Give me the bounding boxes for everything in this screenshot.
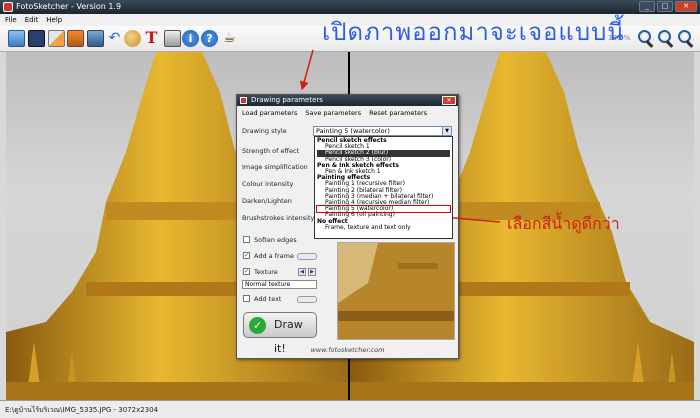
param-label: Colour intensity — [242, 180, 294, 188]
drawing-style-select[interactable]: Painting 5 (watercolor) ▼ — [313, 126, 452, 136]
coffee-icon[interactable]: ☕ — [221, 30, 238, 47]
menu-edit[interactable]: Edit — [25, 16, 39, 24]
title-bar: FotoSketcher - Version 1.9 _ □ ✕ — [0, 0, 700, 14]
dialog-title: Drawing parameters — [251, 96, 323, 104]
dialog-close-button[interactable]: ✕ — [442, 96, 456, 105]
drawing-style-value: Painting 5 (watercolor) — [316, 127, 390, 135]
app-icon — [3, 2, 13, 12]
text-settings-button[interactable] — [297, 296, 317, 303]
maximize-button[interactable]: □ — [657, 1, 673, 12]
checkmark-icon: ✓ — [249, 317, 266, 334]
texture-select[interactable]: Normal texture — [242, 280, 317, 289]
param-label: Darken/Lighten — [242, 197, 292, 205]
annotation-top: เปิดภาพออกมาจะเจอแบบนี้ — [322, 18, 625, 46]
print-icon[interactable] — [164, 30, 181, 47]
texture-checkbox[interactable]: ✓ — [243, 268, 250, 275]
drawing-style-dropdown: Pencil sketch effects Pencil sketch 1 Pe… — [314, 136, 453, 239]
param-label: Brushstrokes intensity — [242, 214, 315, 222]
status-text: E:\ดูบ้านไร้บริเวณ\IMG_5335.JPG - 3072x2… — [5, 406, 159, 414]
paste-icon[interactable] — [67, 30, 84, 47]
load-parameters-menu[interactable]: Load parameters — [242, 109, 297, 117]
chevron-down-icon[interactable]: ▼ — [442, 127, 451, 135]
save-parameters-menu[interactable]: Save parameters — [305, 109, 361, 117]
drawing-parameters-dialog: Drawing parameters ✕ Load parameters Sav… — [236, 94, 459, 359]
close-button[interactable]: ✕ — [675, 1, 697, 12]
website-link[interactable]: www.fotosketcher.com — [237, 346, 458, 354]
texture-next-button[interactable]: ▶ — [308, 268, 316, 276]
menu-help[interactable]: Help — [46, 16, 62, 24]
reset-parameters-menu[interactable]: Reset parameters — [369, 109, 427, 117]
param-label: Strength of effect — [242, 147, 300, 155]
save-icon[interactable] — [28, 30, 45, 47]
draw-it-button[interactable]: ✓ Draw it! — [243, 312, 317, 355]
help-icon[interactable]: ? — [201, 30, 218, 47]
status-bar: E:\ดูบ้านไร้บริเวณ\IMG_5335.JPG - 3072x2… — [0, 400, 700, 418]
drawing-style-label: Drawing style — [242, 127, 287, 135]
app-window: FotoSketcher - Version 1.9 _ □ ✕ File Ed… — [0, 0, 700, 418]
param-label: Image simplification — [242, 163, 308, 171]
window-title: FotoSketcher - Version 1.9 — [16, 2, 122, 11]
soften-edges-label: Soften edges — [254, 236, 297, 244]
dialog-icon — [240, 97, 247, 104]
info-icon[interactable]: i — [182, 30, 199, 47]
scanner-icon[interactable] — [87, 30, 104, 47]
frame-settings-button[interactable] — [297, 253, 317, 260]
add-frame-label: Add a frame — [254, 252, 294, 260]
menu-file[interactable]: File — [5, 16, 17, 24]
soften-edges-checkbox[interactable] — [243, 236, 250, 243]
text-icon[interactable]: T — [143, 30, 160, 47]
zoom-out-icon[interactable] — [657, 29, 675, 49]
palette-icon[interactable] — [124, 30, 141, 47]
copy-icon[interactable] — [48, 30, 65, 47]
texture-prev-button[interactable]: ◀ — [298, 268, 306, 276]
dropdown-item[interactable]: Frame, texture and text only — [317, 224, 450, 231]
open-folder-icon[interactable] — [8, 30, 25, 47]
dialog-menu: Load parameters Save parameters Reset pa… — [237, 107, 458, 118]
preview-image — [337, 242, 455, 340]
minimize-button[interactable]: _ — [639, 1, 655, 12]
zoom-fit-icon[interactable] — [677, 29, 695, 49]
annotation-right: เลือกสีน้ำดูดีกว่า — [507, 214, 620, 233]
add-text-checkbox[interactable] — [243, 295, 250, 302]
zoom-in-icon[interactable] — [637, 29, 655, 49]
texture-label: Texture — [254, 268, 278, 276]
add-text-label: Add text — [254, 295, 282, 303]
dialog-title-bar: Drawing parameters ✕ — [237, 95, 458, 106]
undo-icon[interactable]: ↶ — [106, 30, 123, 47]
add-frame-checkbox[interactable]: ✓ — [243, 252, 250, 259]
